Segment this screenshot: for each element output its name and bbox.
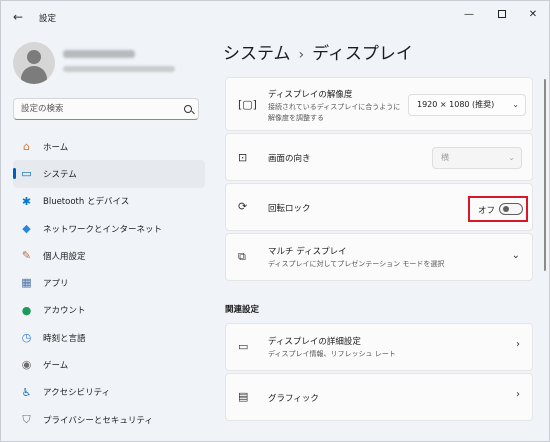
- sidebar-item-label: ネットワークとインターネット: [43, 224, 163, 235]
- resolution-card: [▢] ディスプレイの解像度 接続されているディスプレイに合うように 解像度を調…: [225, 77, 533, 131]
- avatar-body-icon: [21, 66, 47, 84]
- resolution-title: ディスプレイの解像度: [268, 90, 353, 100]
- sidebar-item-label: ホーム: [43, 142, 69, 153]
- maximize-icon: [498, 10, 506, 18]
- system-icon: ▭: [21, 167, 32, 181]
- graphics-title: グラフィック: [268, 394, 319, 404]
- back-arrow-icon[interactable]: ←: [13, 10, 27, 24]
- close-button[interactable]: ✕: [522, 6, 544, 24]
- title-bar: ← 設定 — ✕: [1, 1, 549, 33]
- multi-display-desc: ディスプレイに対してプレゼンテーション モードを選択: [268, 260, 445, 268]
- sidebar-item-home[interactable]: ⌂ ホーム: [13, 133, 205, 160]
- bluetooth-icon: ✱: [21, 194, 32, 208]
- sidebar-item-gaming[interactable]: ◉ ゲーム: [13, 351, 205, 378]
- sidebar-nav: ⌂ ホーム ▭ システム ✱ Bluetooth とデバイス ◆ ネットワークとインターネット…: [13, 133, 205, 433]
- rotation-lock-card: ⟳ 回転ロック オフ: [225, 183, 533, 231]
- account-icon: ●: [21, 303, 32, 317]
- orientation-value: 横: [441, 153, 449, 162]
- sidebar-item-accessibility[interactable]: ♿ アクセシビリティ: [13, 379, 205, 406]
- settings-search-input[interactable]: 設定の検索: [13, 98, 199, 120]
- rotation-lock-title: 回転ロック: [268, 204, 311, 214]
- sidebar-item-label: システム: [43, 169, 77, 180]
- gaming-icon: ◉: [21, 358, 32, 372]
- network-icon: ◆: [22, 221, 31, 235]
- sidebar-item-label: アカウント: [43, 306, 86, 317]
- advanced-display-card[interactable]: ▭ ディスプレイの詳細設定 ディスプレイ情報、リフレッシュ レート ›: [225, 323, 533, 371]
- breadcrumb-separator-icon: ›: [298, 47, 305, 63]
- breadcrumb-parent[interactable]: システム: [223, 44, 291, 64]
- avatar-head-icon: [27, 50, 41, 64]
- sidebar-item-label: ゲーム: [43, 361, 69, 372]
- sidebar-item-apps[interactable]: ▦ アプリ: [13, 269, 205, 296]
- sidebar-item-personalization[interactable]: ✎ 個人用設定: [13, 242, 205, 269]
- resolution-dropdown[interactable]: 1920 × 1080 (推奨) ⌄: [408, 94, 526, 116]
- page-title: システム › ディスプレイ: [223, 39, 413, 64]
- chevron-down-icon: ⌄: [508, 153, 515, 162]
- settings-window: ← 設定 — ✕ 設定の検索 ⌂ ホーム ▭ システム ✱ Bluetooth とデバイス…: [0, 0, 550, 442]
- accessibility-icon: ♿: [21, 385, 32, 399]
- advanced-display-title: ディスプレイの詳細設定: [268, 337, 361, 347]
- sidebar-item-label: アクセシビリティ: [43, 388, 111, 399]
- rotation-lock-icon: ⟳: [238, 200, 248, 213]
- resolution-desc-1: 接続されているディスプレイに合うように: [268, 103, 401, 111]
- privacy-icon: ⛉: [22, 412, 31, 426]
- sidebar-item-account[interactable]: ● アカウント: [13, 297, 205, 324]
- chevron-right-icon: ›: [516, 339, 520, 350]
- toggle-knob: [503, 206, 509, 212]
- avatar: [13, 42, 55, 84]
- orientation-icon: ⊡: [238, 151, 248, 164]
- monitor-icon: ▭: [238, 340, 249, 353]
- rotation-lock-state: オフ: [478, 206, 496, 216]
- home-icon: ⌂: [23, 140, 30, 153]
- minimize-button[interactable]: —: [458, 6, 480, 24]
- search-icon[interactable]: [184, 105, 192, 113]
- sidebar-item-label: プライバシーとセキュリティ: [43, 415, 153, 426]
- user-profile[interactable]: [13, 42, 213, 86]
- settings-content: [▢] ディスプレイの解像度 接続されているディスプレイに合うように 解像度を調…: [219, 73, 539, 441]
- sidebar-item-label: 個人用設定: [43, 251, 86, 262]
- sidebar-item-network[interactable]: ◆ ネットワークとインターネット: [13, 215, 205, 242]
- orientation-title: 画面の向き: [268, 154, 311, 164]
- breadcrumb-current: ディスプレイ: [312, 44, 413, 64]
- multi-display-card[interactable]: ⧉ マルチ ディスプレイ ディスプレイに対してプレゼンテーション モードを選択 …: [225, 233, 533, 281]
- graphics-icon: ▤: [238, 390, 249, 403]
- resolution-desc-2: 解像度を調整する: [268, 114, 324, 122]
- multi-display-title: マルチ ディスプレイ: [268, 247, 347, 257]
- search-placeholder: 設定の検索: [21, 104, 64, 114]
- sidebar-item-label: アプリ: [43, 279, 69, 290]
- sidebar-item-privacy[interactable]: ⛉ プライバシーとセキュリティ: [13, 406, 205, 433]
- sidebar-item-bluetooth[interactable]: ✱ Bluetooth とデバイス: [13, 188, 205, 215]
- expand-icon[interactable]: ⌄: [512, 250, 520, 261]
- rotation-lock-toggle[interactable]: [499, 203, 523, 215]
- orientation-card: ⊡ 画面の向き 横 ⌄: [225, 133, 533, 181]
- sidebar-item-system[interactable]: ▭ システム: [13, 160, 205, 188]
- graphics-card[interactable]: ▤ グラフィック ›: [225, 373, 533, 421]
- user-name-blurred: [63, 50, 135, 58]
- rotation-lock-highlight: オフ: [468, 196, 528, 222]
- time-language-icon: ◷: [21, 331, 32, 345]
- maximize-button[interactable]: [491, 6, 513, 24]
- orientation-dropdown[interactable]: 横 ⌄: [432, 147, 522, 169]
- apps-icon: ▦: [21, 276, 32, 290]
- personalization-icon: ✎: [21, 249, 32, 263]
- sidebar-item-label: 時刻と言語: [43, 333, 86, 344]
- advanced-display-desc: ディスプレイ情報、リフレッシュ レート: [268, 350, 396, 358]
- sidebar-item-label: Bluetooth とデバイス: [43, 197, 130, 208]
- resolution-icon: [▢]: [238, 98, 257, 111]
- chevron-right-icon: ›: [516, 389, 520, 400]
- chevron-down-icon: ⌄: [512, 100, 519, 109]
- sidebar-item-time-language[interactable]: ◷ 時刻と言語: [13, 324, 205, 351]
- app-title: 設定: [39, 14, 57, 24]
- scrollbar[interactable]: [544, 79, 546, 271]
- related-settings-heading: 関連設定: [225, 305, 260, 315]
- resolution-value: 1920 × 1080 (推奨): [417, 100, 495, 109]
- multi-display-icon: ⧉: [238, 250, 246, 263]
- user-email-blurred: [63, 66, 175, 72]
